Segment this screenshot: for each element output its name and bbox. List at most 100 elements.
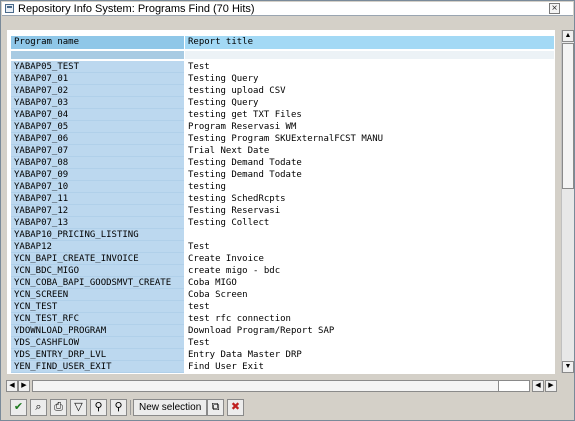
- program-name-cell[interactable]: YABAP10_PRICING_LISTING: [11, 229, 184, 241]
- report-title-cell[interactable]: Testing Demand Todate: [185, 169, 554, 181]
- report-title-cell[interactable]: Testing Query: [185, 97, 554, 109]
- report-title-cell[interactable]: test rfc connection: [185, 313, 554, 325]
- scroll-left-icon[interactable]: ◀: [6, 380, 18, 392]
- program-name-cell[interactable]: YABAP07_13: [11, 217, 184, 229]
- table-row[interactable]: YABAP07_05 Program Reservasi WM: [8, 121, 554, 133]
- table-row[interactable]: YABAP07_09 Testing Demand Todate: [8, 169, 554, 181]
- table-row[interactable]: YABAP07_08 Testing Demand Todate: [8, 157, 554, 169]
- column-header-report-title[interactable]: Report title: [185, 36, 554, 49]
- program-name-cell[interactable]: YDS_ENTRY_DRP_LVL: [11, 349, 184, 361]
- report-title-cell[interactable]: testing SchedRcpts: [185, 193, 554, 205]
- table-row[interactable]: YABAP07_07 Trial Next Date: [8, 145, 554, 157]
- report-title-cell[interactable]: test: [185, 301, 554, 313]
- program-name-cell[interactable]: YCN_TEST_RFC: [11, 313, 184, 325]
- vertical-scrollbar[interactable]: ▲ ▼: [561, 30, 574, 373]
- program-name-cell[interactable]: YABAP07_08: [11, 157, 184, 169]
- program-name-cell[interactable]: YABAP07_01: [11, 73, 184, 85]
- table-row[interactable]: YABAP07_01 Testing Query: [8, 73, 554, 85]
- program-name-cell[interactable]: YABAP07_07: [11, 145, 184, 157]
- program-name-cell[interactable]: YABAP07_12: [11, 205, 184, 217]
- report-title-cell[interactable]: Testing Reservasi: [185, 205, 554, 217]
- program-name-cell[interactable]: YCN_BDC_MIGO: [11, 265, 184, 277]
- close-button[interactable]: ×: [549, 3, 560, 14]
- program-name-cell[interactable]: YDOWNLOAD_PROGRAM: [11, 325, 184, 337]
- program-name-cell[interactable]: YABAP07_06: [11, 133, 184, 145]
- binoculars-icon[interactable]: ⚲: [90, 399, 107, 416]
- program-name-cell[interactable]: YABAP07_03: [11, 97, 184, 109]
- program-name-cell[interactable]: YABAP05_TEST: [11, 61, 184, 73]
- table-row[interactable]: YCN_TEST test: [8, 301, 554, 313]
- table-row[interactable]: YABAP07_10 testing: [8, 181, 554, 193]
- table-row[interactable]: YDS_ENTRY_DRP_LVL Entry Data Master DRP: [8, 349, 554, 361]
- program-name-cell[interactable]: YABAP07_10: [11, 181, 184, 193]
- filter-icon[interactable]: ▽: [70, 399, 87, 416]
- report-title-cell[interactable]: Program Reservasi WM: [185, 121, 554, 133]
- table-row[interactable]: YABAP07_13 Testing Collect: [8, 217, 554, 229]
- continue-check-icon[interactable]: ✔: [10, 399, 27, 416]
- report-title-cell[interactable]: testing: [185, 181, 554, 193]
- table-row[interactable]: YABAP10_PRICING_LISTING: [8, 229, 554, 241]
- report-title-cell[interactable]: [185, 229, 554, 241]
- program-name-cell[interactable]: YABAP12: [11, 241, 184, 253]
- table-row[interactable]: YDOWNLOAD_PROGRAM Download Program/Report…: [8, 325, 554, 337]
- program-name-cell[interactable]: YABAP07_11: [11, 193, 184, 205]
- table-row[interactable]: YABAP12 Test: [8, 241, 554, 253]
- program-name-cell[interactable]: YCN_COBA_BAPI_GOODSMVT_CREATE: [11, 277, 184, 289]
- report-title-cell[interactable]: Test: [185, 241, 554, 253]
- report-title-cell[interactable]: create migo - bdc: [185, 265, 554, 277]
- scroll-right-icon[interactable]: ▶: [18, 380, 30, 392]
- table-row[interactable]: YCN_COBA_BAPI_GOODSMVT_CREATE Coba MIGO: [8, 277, 554, 289]
- binoculars-next-icon[interactable]: ⚲: [110, 399, 127, 416]
- report-title-cell[interactable]: Find User Exit: [185, 361, 554, 373]
- program-name-cell[interactable]: YDS_CASHFLOW: [11, 337, 184, 349]
- report-title-cell[interactable]: Testing Collect: [185, 217, 554, 229]
- program-name-cell[interactable]: YCN_SCREEN: [11, 289, 184, 301]
- copy-icon[interactable]: ⧉: [207, 399, 224, 416]
- table-row[interactable]: YCN_BDC_MIGO create migo - bdc: [8, 265, 554, 277]
- table-row[interactable]: YABAP07_06 Testing Program SKUExternalFCS…: [8, 133, 554, 145]
- report-title-cell[interactable]: Coba Screen: [185, 289, 554, 301]
- table-row[interactable]: YABAP07_03 Testing Query: [8, 97, 554, 109]
- report-title-cell[interactable]: Testing Program SKUExternalFCST MANU: [185, 133, 554, 145]
- column-header-program-name[interactable]: Program name: [11, 36, 184, 49]
- scroll-up-icon[interactable]: ▲: [562, 30, 574, 42]
- report-title-cell[interactable]: Entry Data Master DRP: [185, 349, 554, 361]
- program-name-cell[interactable]: YEN_FIND_USER_EXIT: [11, 361, 184, 373]
- program-name-cell[interactable]: YABAP07_09: [11, 169, 184, 181]
- horizontal-scroll-track[interactable]: [32, 380, 530, 392]
- table-row[interactable]: YABAP07_02 testing upload CSV: [8, 85, 554, 97]
- report-title-cell[interactable]: Test: [185, 61, 554, 73]
- report-title-cell[interactable]: testing upload CSV: [185, 85, 554, 97]
- program-name-cell[interactable]: YABAP07_02: [11, 85, 184, 97]
- scroll-down-icon[interactable]: ▼: [562, 361, 574, 373]
- table-row[interactable]: YCN_BAPI_CREATE_INVOICE Create Invoice: [8, 253, 554, 265]
- program-name-cell[interactable]: YCN_TEST: [11, 301, 184, 313]
- scroll-left-icon[interactable]: ◀: [532, 380, 544, 392]
- report-title-cell[interactable]: testing get TXT Files: [185, 109, 554, 121]
- report-title-cell[interactable]: Coba MIGO: [185, 277, 554, 289]
- table-row[interactable]: YCN_SCREEN Coba Screen: [8, 289, 554, 301]
- scroll-right-icon[interactable]: ▶: [545, 380, 557, 392]
- table-row[interactable]: YDS_CASHFLOW Test: [8, 337, 554, 349]
- table-row[interactable]: YEN_FIND_USER_EXIT Find User Exit: [8, 361, 554, 373]
- vertical-scroll-thumb[interactable]: [562, 43, 574, 189]
- new-selection-button[interactable]: New selection: [133, 399, 208, 416]
- table-row[interactable]: YCN_TEST_RFC test rfc connection: [8, 313, 554, 325]
- horizontal-scrollbar[interactable]: ◀ ▶ ◀ ▶: [6, 380, 558, 392]
- table-row[interactable]: YABAP05_TEST Test: [8, 61, 554, 73]
- program-name-cell[interactable]: YCN_BAPI_CREATE_INVOICE: [11, 253, 184, 265]
- print-icon[interactable]: ⎙: [50, 399, 67, 416]
- find-icon[interactable]: ⌕: [30, 399, 47, 416]
- report-title-cell[interactable]: Testing Query: [185, 73, 554, 85]
- table-row[interactable]: YABAP07_12 Testing Reservasi: [8, 205, 554, 217]
- report-title-cell[interactable]: Create Invoice: [185, 253, 554, 265]
- program-name-cell[interactable]: YABAP07_04: [11, 109, 184, 121]
- cancel-icon[interactable]: ✖: [227, 399, 244, 416]
- report-title-cell[interactable]: Trial Next Date: [185, 145, 554, 157]
- program-name-cell[interactable]: YABAP07_05: [11, 121, 184, 133]
- report-title-cell[interactable]: Testing Demand Todate: [185, 157, 554, 169]
- report-title-cell[interactable]: Download Program/Report SAP: [185, 325, 554, 337]
- report-title-cell[interactable]: Test: [185, 337, 554, 349]
- table-row[interactable]: YABAP07_11 testing SchedRcpts: [8, 193, 554, 205]
- horizontal-scroll-thumb[interactable]: [33, 381, 499, 391]
